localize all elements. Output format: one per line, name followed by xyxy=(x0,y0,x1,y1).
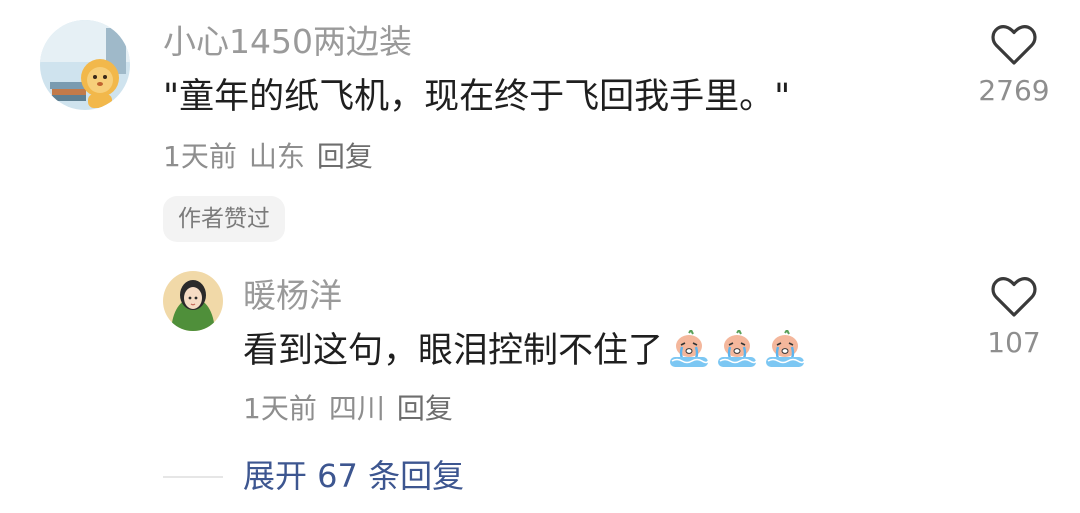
reply-text-row: 看到这句，眼泪控制不住了 xyxy=(243,328,807,381)
comment-thread: 小心1450两边装 "童年的纸飞机，现在终于飞回我手里。" 1天前 山东 回复 … xyxy=(0,0,1080,513)
comment-reply-button[interactable]: 回复 xyxy=(317,140,373,174)
expand-replies-button[interactable]: 展开 67 条回复 xyxy=(243,456,464,496)
heart-icon xyxy=(991,277,1037,317)
comment-meta: 1天前 山东 回复 xyxy=(163,140,373,174)
comment-time: 1天前 xyxy=(163,140,237,173)
illustrated-girl-avatar-icon xyxy=(163,271,223,331)
reply-meta: 1天前 四川 回复 xyxy=(243,392,453,426)
crying-face-emoji-icon xyxy=(763,328,807,381)
reply-time: 1天前 xyxy=(243,392,317,425)
reply-like-count: 107 xyxy=(987,326,1041,359)
reply-avatar[interactable] xyxy=(163,271,223,331)
commenter-avatar[interactable] xyxy=(40,20,130,110)
author-liked-badge: 作者赞过 xyxy=(163,196,285,242)
comment-text: "童年的纸飞机，现在终于飞回我手里。" xyxy=(163,77,791,117)
commenter-username[interactable]: 小心1450两边装 xyxy=(163,22,412,62)
reply-like-button[interactable]: 107 xyxy=(959,276,1069,360)
expand-divider xyxy=(163,476,223,478)
reply-text: 看到这句，眼泪控制不住了 xyxy=(243,331,664,371)
heart-icon xyxy=(991,25,1037,65)
comment-like-button[interactable]: 2769 xyxy=(959,24,1069,108)
comment-like-count: 2769 xyxy=(978,74,1050,107)
reply-location: 四川 xyxy=(328,392,385,425)
reply-username[interactable]: 暖杨洋 xyxy=(243,276,342,316)
crying-face-emoji-icon xyxy=(715,328,759,381)
comment-location: 山东 xyxy=(248,140,305,173)
crying-face-emoji-icon xyxy=(667,328,711,381)
reply-reply-button[interactable]: 回复 xyxy=(397,392,453,426)
emoji-row xyxy=(663,328,807,371)
cartoon-lion-avatar-icon xyxy=(40,20,130,110)
